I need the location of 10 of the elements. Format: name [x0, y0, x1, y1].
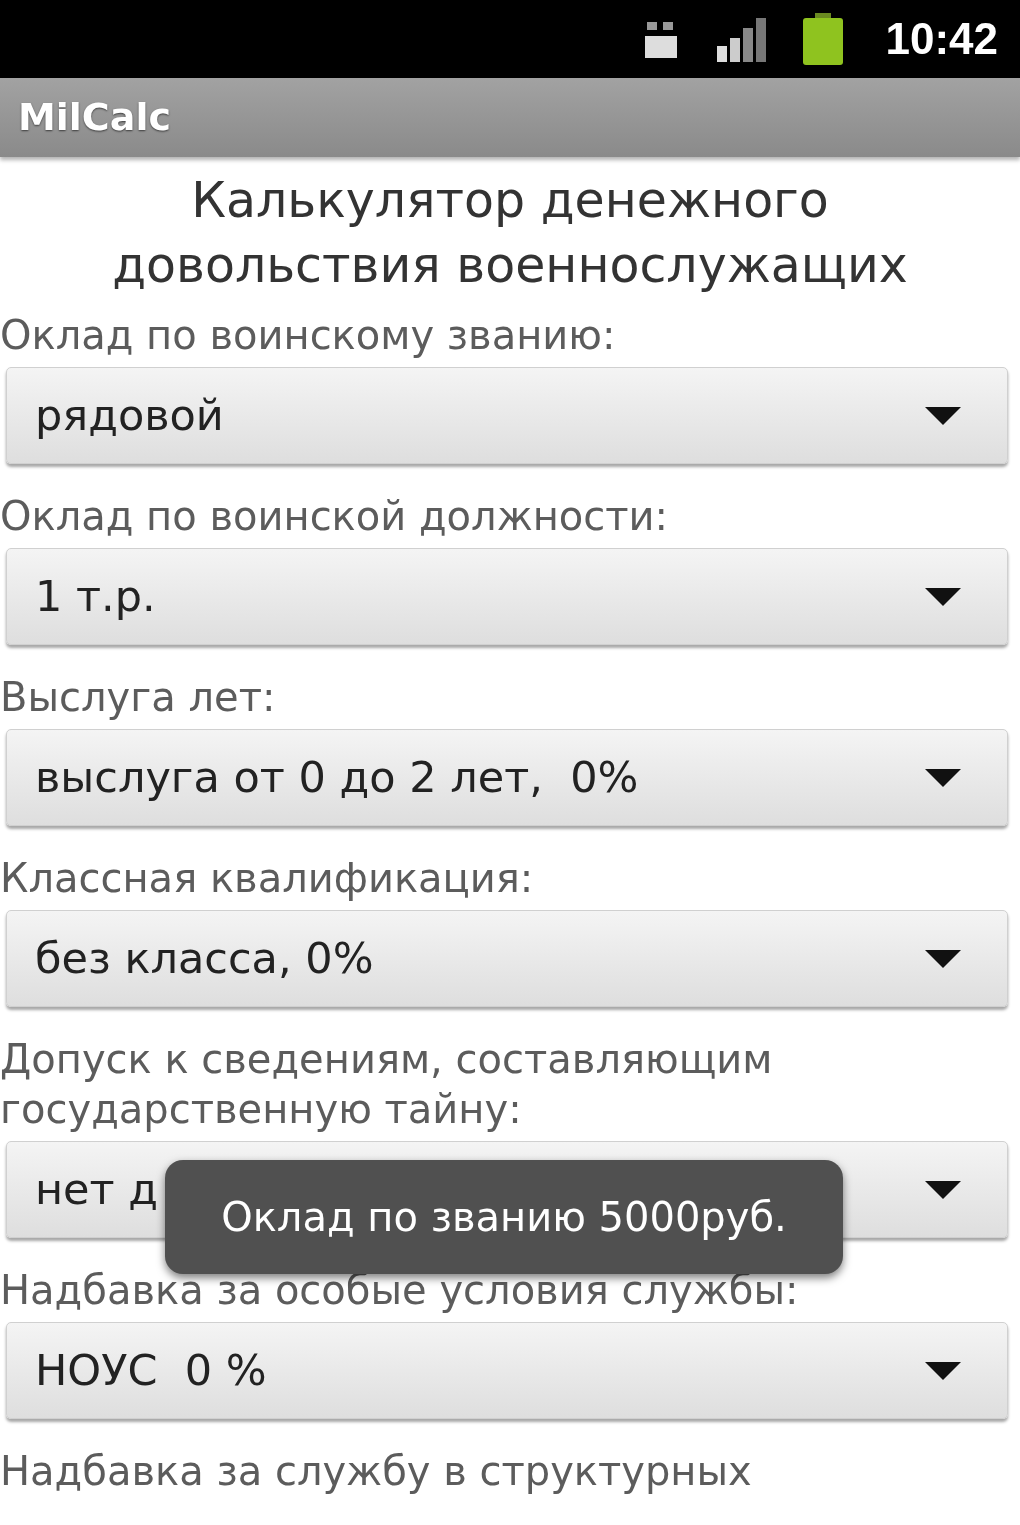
page-heading: Калькулятор денежного довольствия военнослужащих	[111, 171, 909, 296]
app-title: MilCalc	[18, 94, 171, 141]
status-time: 10:42	[885, 17, 998, 61]
field-label: Оклад по воинской должности:	[0, 492, 669, 541]
field-label: Выслуга лет:	[0, 673, 276, 722]
field-label: Надбавка за службу в структурных	[0, 1447, 752, 1496]
field-label: Классная квалификация:	[0, 854, 534, 903]
notification-toast: Оклад по званию 5000руб.	[165, 1160, 843, 1274]
field-label: Допуск к сведениям, составляющим государственную тайну:	[0, 1035, 774, 1134]
field-label: Оклад по воинскому званию:	[0, 311, 616, 360]
